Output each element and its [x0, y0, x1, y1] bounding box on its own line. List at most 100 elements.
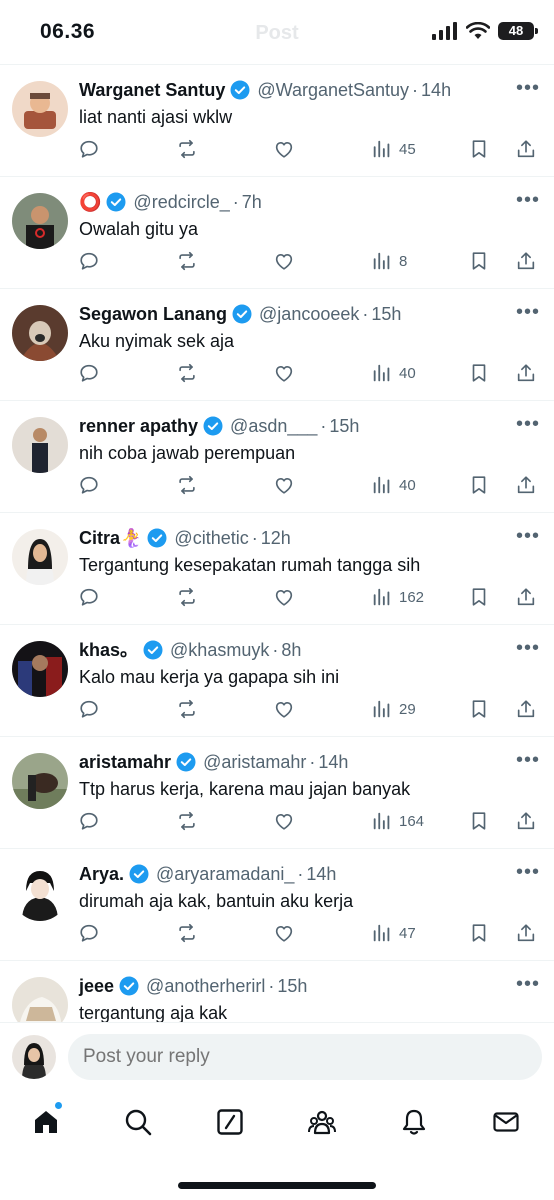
tab-notifications[interactable] [396, 1104, 432, 1140]
repost-button[interactable] [176, 249, 198, 273]
post-time[interactable]: 8h [281, 639, 301, 661]
tab-grok[interactable] [212, 1104, 248, 1140]
like-button[interactable] [273, 137, 295, 161]
more-options-icon[interactable]: ••• [516, 189, 540, 212]
repost-button[interactable] [176, 585, 198, 609]
tab-search[interactable] [120, 1104, 156, 1140]
avatar[interactable] [12, 305, 68, 361]
like-button[interactable] [273, 921, 295, 945]
like-button[interactable] [273, 585, 295, 609]
bookmark-button[interactable] [468, 361, 490, 385]
avatar[interactable] [12, 977, 68, 1022]
like-button[interactable] [273, 249, 295, 273]
reply-button[interactable] [78, 249, 100, 273]
reply-button[interactable] [78, 809, 100, 833]
avatar[interactable] [12, 753, 68, 809]
repost-button[interactable] [176, 473, 198, 497]
reply-item[interactable]: khas。 @khasmuyk · 8h ••• Kalo mau kerja … [0, 625, 554, 737]
avatar[interactable] [12, 865, 68, 921]
author-name[interactable]: Citra🧜‍♀️ [79, 527, 142, 549]
post-time[interactable]: 15h [329, 415, 359, 437]
share-button[interactable] [515, 809, 537, 833]
current-user-avatar[interactable] [12, 1035, 56, 1079]
repost-button[interactable] [176, 137, 198, 161]
bookmark-button[interactable] [468, 137, 490, 161]
tab-home[interactable] [28, 1102, 64, 1140]
author-handle[interactable]: @aryaramadani_ [156, 863, 294, 885]
bookmark-button[interactable] [468, 697, 490, 721]
author-name[interactable]: renner apathy [79, 415, 198, 437]
author-handle[interactable]: @asdn___ [230, 415, 317, 437]
repost-button[interactable] [176, 809, 198, 833]
like-button[interactable] [273, 809, 295, 833]
share-button[interactable] [515, 361, 537, 385]
bookmark-button[interactable] [468, 249, 490, 273]
views-button[interactable]: 162 [371, 585, 424, 609]
like-button[interactable] [273, 361, 295, 385]
post-time[interactable]: 15h [371, 303, 401, 325]
avatar[interactable] [12, 641, 68, 697]
reply-item[interactable]: ⭕ @redcircle_ · 7h ••• Owalah gitu ya 8 [0, 177, 554, 289]
reply-input[interactable] [68, 1034, 542, 1080]
author-handle[interactable]: @aristamahr [203, 751, 306, 773]
post-time[interactable]: 14h [318, 751, 348, 773]
post-time[interactable]: 12h [261, 527, 291, 549]
author-name[interactable]: aristamahr [79, 751, 171, 773]
more-options-icon[interactable]: ••• [516, 637, 540, 660]
reply-feed[interactable]: Warganet Santuy @WarganetSantuy · 14h ••… [0, 64, 554, 1022]
post-time[interactable]: 14h [306, 863, 336, 885]
share-button[interactable] [515, 921, 537, 945]
author-name[interactable]: Warganet Santuy [79, 79, 225, 101]
more-options-icon[interactable]: ••• [516, 525, 540, 548]
tab-messages[interactable] [488, 1104, 524, 1140]
reply-item[interactable]: renner apathy @asdn___ · 15h ••• nih cob… [0, 401, 554, 513]
reply-item[interactable]: Segawon Lanang @jancooeek · 15h ••• Aku … [0, 289, 554, 401]
views-button[interactable]: 40 [371, 473, 416, 497]
like-button[interactable] [273, 473, 295, 497]
repost-button[interactable] [176, 921, 198, 945]
share-button[interactable] [515, 137, 537, 161]
share-button[interactable] [515, 249, 537, 273]
author-handle[interactable]: @jancooeek [259, 303, 359, 325]
reply-button[interactable] [78, 697, 100, 721]
reply-item[interactable]: Citra🧜‍♀️ @cithetic · 12h ••• Tergantung… [0, 513, 554, 625]
repost-button[interactable] [176, 697, 198, 721]
reply-item[interactable]: aristamahr @aristamahr · 14h ••• Ttp har… [0, 737, 554, 849]
more-options-icon[interactable]: ••• [516, 301, 540, 324]
reply-item[interactable]: Warganet Santuy @WarganetSantuy · 14h ••… [0, 65, 554, 177]
author-handle[interactable]: @anotherherirl [146, 975, 265, 997]
avatar[interactable] [12, 81, 68, 137]
bookmark-button[interactable] [468, 921, 490, 945]
author-name[interactable]: khas。 [79, 639, 138, 661]
more-options-icon[interactable]: ••• [516, 413, 540, 436]
author-handle[interactable]: @WarganetSantuy [257, 79, 409, 101]
more-options-icon[interactable]: ••• [516, 77, 540, 100]
reply-button[interactable] [78, 361, 100, 385]
views-button[interactable]: 40 [371, 361, 416, 385]
author-handle[interactable]: @cithetic [174, 527, 248, 549]
author-name[interactable]: ⭕ [79, 191, 101, 213]
share-button[interactable] [515, 697, 537, 721]
more-options-icon[interactable]: ••• [516, 973, 540, 996]
bookmark-button[interactable] [468, 585, 490, 609]
reply-button[interactable] [78, 921, 100, 945]
reply-button[interactable] [78, 473, 100, 497]
author-name[interactable]: jeee [79, 975, 114, 997]
author-name[interactable]: Arya. [79, 863, 124, 885]
author-handle[interactable]: @redcircle_ [133, 191, 229, 213]
repost-button[interactable] [176, 361, 198, 385]
views-button[interactable]: 8 [371, 249, 407, 273]
reply-item[interactable]: Arya. @aryaramadani_ · 14h ••• dirumah a… [0, 849, 554, 961]
post-time[interactable]: 15h [277, 975, 307, 997]
share-button[interactable] [515, 473, 537, 497]
more-options-icon[interactable]: ••• [516, 861, 540, 884]
share-button[interactable] [515, 585, 537, 609]
like-button[interactable] [273, 697, 295, 721]
reply-button[interactable] [78, 137, 100, 161]
reply-button[interactable] [78, 585, 100, 609]
author-handle[interactable]: @khasmuyk [170, 639, 269, 661]
views-button[interactable]: 29 [371, 697, 416, 721]
avatar[interactable] [12, 417, 68, 473]
reply-item[interactable]: jeee @anotherherirl · 15h ••• tergantung… [0, 961, 554, 1022]
views-button[interactable]: 164 [371, 809, 424, 833]
